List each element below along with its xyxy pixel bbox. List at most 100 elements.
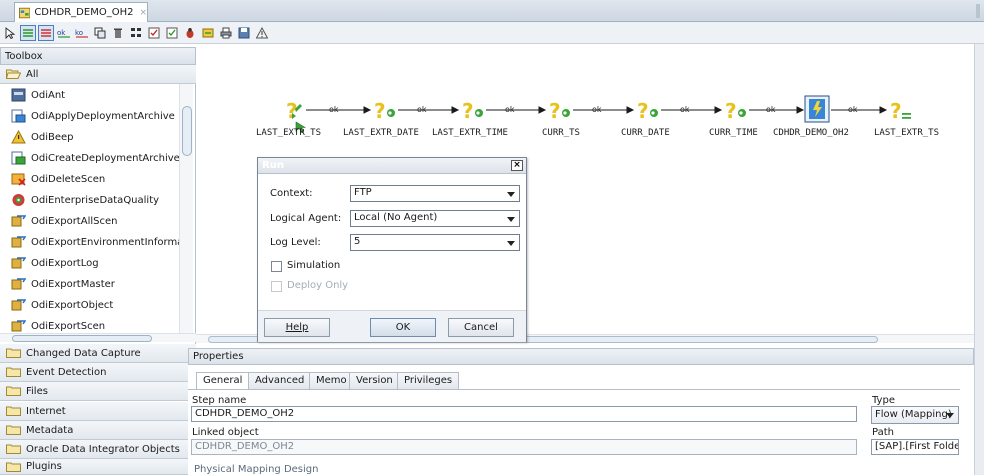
logical-agent-select[interactable]: Local (No Agent) — [350, 210, 520, 227]
close-tab-icon[interactable]: × — [139, 8, 147, 18]
toolbox-category[interactable]: Changed Data Capture — [0, 344, 196, 363]
tool-item[interactable]: OdiCreateDeploymentArchive — [0, 148, 180, 168]
step-label[interactable]: LAST_EXTR_DATE — [343, 128, 419, 138]
tool-item[interactable]: OdiExportEnvironmentInformation — [0, 232, 180, 252]
step-label[interactable]: CURR_TIME — [709, 128, 758, 138]
layout-icon[interactable] — [128, 25, 144, 41]
tool-item[interactable]: OdiExportMaster — [0, 274, 180, 294]
tool-item[interactable]: OdiApplyDeploymentArchive — [0, 106, 180, 126]
toolbox-category[interactable]: Metadata — [0, 421, 196, 440]
variable-step-icon: ? — [890, 99, 911, 123]
folder-icon — [6, 406, 21, 416]
variable-step-icon: ? — [462, 99, 483, 123]
toolbox-category[interactable]: Internet — [0, 402, 196, 421]
document-tab-title: CDHDR_DEMO_OH2 — [34, 7, 134, 18]
path-label: Path — [872, 427, 894, 438]
step-icon[interactable] — [200, 25, 216, 41]
delete-icon[interactable] — [110, 25, 126, 41]
path-field: [SAP].[First Folder] — [871, 439, 959, 455]
export-scenario-icon — [11, 320, 26, 332]
deploy-only-label: Deploy Only — [287, 280, 349, 291]
simulation-checkbox[interactable] — [271, 261, 282, 272]
variable-step-icon: ? — [637, 99, 658, 123]
validate-icon[interactable] — [146, 25, 162, 41]
print-icon[interactable] — [218, 25, 234, 41]
step-label[interactable]: LAST_EXTR_TS — [874, 128, 939, 138]
warning-icon[interactable] — [254, 25, 270, 41]
toolbox-category[interactable]: Plugins — [0, 459, 196, 475]
tool-item[interactable]: OdiBeep — [0, 127, 180, 147]
step-name-field[interactable]: CDHDR_DEMO_OH2 — [191, 406, 857, 422]
cancel-button[interactable]: Cancel — [448, 318, 514, 337]
export-environment-icon — [11, 236, 26, 248]
toolbox-category[interactable]: Event Detection — [0, 363, 196, 382]
toolbox-category[interactable]: Files — [0, 382, 196, 401]
scroll-thumb[interactable] — [12, 335, 152, 342]
type-label: Type — [872, 395, 895, 406]
context-select[interactable]: FTP — [350, 185, 520, 202]
toolbox-category-all[interactable]: All — [0, 65, 196, 84]
duplicate-icon[interactable] — [92, 25, 108, 41]
document-tab[interactable]: CDHDR_DEMO_OH2 × — [14, 2, 148, 22]
physical-mapping-section-title: Physical Mapping Design — [194, 464, 319, 475]
execute-icon[interactable] — [164, 25, 180, 41]
link-label: ok — [329, 105, 339, 114]
tab-version[interactable]: Version — [349, 372, 400, 389]
link-label: ok — [680, 105, 690, 114]
svg-text:ko: ko — [75, 29, 83, 37]
save-diagram-icon[interactable] — [236, 25, 252, 41]
tool-item[interactable]: OdiEnterpriseDataQuality — [0, 190, 180, 210]
tool-item[interactable]: OdiDeleteScen — [0, 169, 180, 189]
svg-text:?: ? — [725, 99, 737, 123]
tab-advanced[interactable]: Advanced — [248, 372, 312, 389]
type-select[interactable]: Flow (Mapping) — [871, 406, 959, 424]
export-object-icon — [11, 299, 26, 311]
chevron-down-icon — [507, 217, 515, 222]
toolbox-category[interactable]: Oracle Data Integrator Objects — [0, 440, 196, 459]
tab-general[interactable]: General — [196, 372, 250, 390]
step-label[interactable]: CDHDR_DEMO_OH2 — [773, 128, 849, 138]
tool-item[interactable]: OdiAnt — [0, 85, 180, 105]
step-label[interactable]: LAST_EXTR_TS — [256, 128, 321, 138]
select-icon[interactable] — [2, 25, 18, 41]
debug-icon[interactable] — [182, 25, 198, 41]
tool-item[interactable]: OdiExportAllScen — [0, 211, 180, 231]
tool-item[interactable]: OdiExportLog — [0, 253, 180, 273]
step-label[interactable]: CURR_TS — [542, 128, 580, 138]
step-label[interactable]: LAST_EXTR_TIME — [432, 128, 508, 138]
package-icon — [19, 7, 31, 18]
log-level-select[interactable]: 5 — [350, 234, 520, 251]
next-step-on-success-icon[interactable] — [38, 25, 54, 41]
scroll-thumb[interactable] — [182, 106, 192, 156]
delete-scenario-icon — [11, 173, 26, 186]
step-label[interactable]: CURR_DATE — [621, 128, 670, 138]
ko-link-icon[interactable]: ko — [74, 25, 90, 41]
create-archive-icon — [11, 151, 26, 165]
folder-icon — [6, 425, 21, 435]
ok-link-icon[interactable]: ok — [56, 25, 72, 41]
tab-memo[interactable]: Memo — [309, 372, 354, 389]
help-button[interactable]: Help — [264, 318, 330, 337]
deploy-only-checkbox — [271, 281, 282, 292]
tool-item[interactable]: OdiExportObject — [0, 295, 180, 315]
toolbox-vertical-scrollbar[interactable] — [179, 84, 193, 334]
free-choice-icon[interactable] — [20, 25, 36, 41]
run-dialog-titlebar: Run × — [258, 158, 526, 174]
ok-button[interactable]: OK — [370, 318, 436, 337]
mapping-step-icon — [804, 95, 830, 123]
variable-step-icon: ? — [549, 99, 570, 123]
toolbox-panel: All OdiAnt OdiApplyDeploymentArchive Odi… — [0, 65, 196, 475]
link-label: ok — [505, 105, 515, 114]
tab-divider — [188, 389, 960, 390]
toolbox-horizontal-scrollbar[interactable] — [0, 333, 196, 342]
properties-panel: General Advanced Memo Version Privileges… — [188, 365, 974, 475]
svg-text:?: ? — [462, 99, 474, 123]
step-name-label: Step name — [192, 395, 247, 406]
simulation-label: Simulation — [287, 260, 341, 271]
close-icon[interactable]: × — [511, 160, 523, 171]
tool-list: OdiAnt OdiApplyDeploymentArchive OdiBeep… — [0, 84, 196, 337]
svg-text:?: ? — [890, 99, 902, 123]
tab-privileges[interactable]: Privileges — [397, 372, 460, 389]
beep-warning-icon — [11, 130, 26, 144]
run-dialog-title: Run — [262, 160, 284, 171]
